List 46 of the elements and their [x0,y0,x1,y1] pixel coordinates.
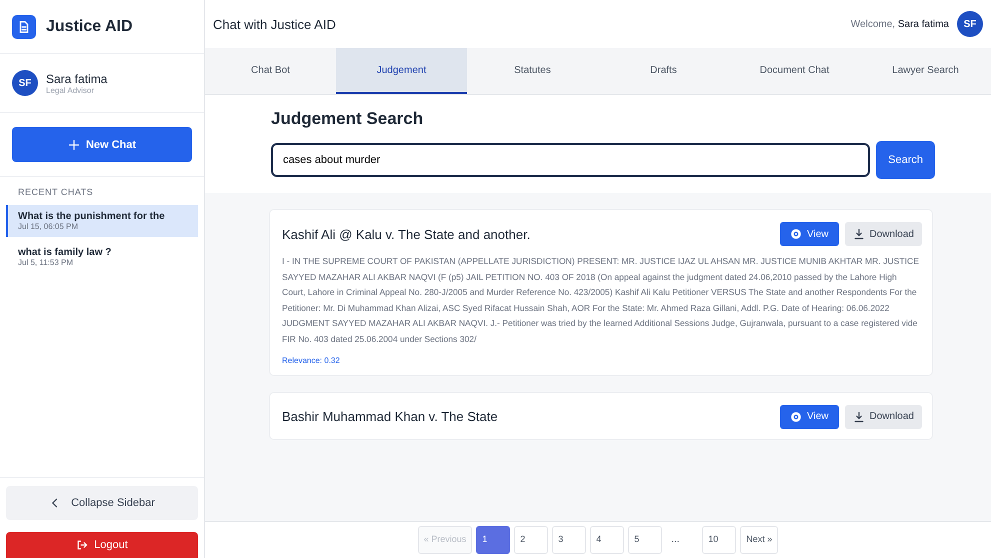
download-icon [852,410,865,423]
page-button[interactable]: 4 [590,526,624,554]
section-heading: Judgement Search [271,109,424,129]
view-button[interactable]: View [780,404,839,429]
user-role: Legal Advisor [46,86,96,94]
user-name: Sara fatima [46,72,108,86]
page-button[interactable]: Next » [740,526,778,554]
welcome-text: Welcome, Sara fatima [850,18,949,30]
app-title: Justice AID [46,18,133,36]
tab[interactable]: Statutes [467,48,598,94]
search-field[interactable]: cases about murder [271,143,870,177]
logout-icon [76,539,88,551]
download-icon [852,228,865,240]
document-glyph-icon [17,20,31,34]
page-button[interactable]: 2 [514,526,548,554]
logout-button[interactable]: Logout [6,532,198,558]
plus-icon [68,138,80,150]
view-button[interactable]: View [780,222,839,246]
page-button[interactable]: 1 [476,526,510,554]
chat-title: What is the punishment for the [18,211,166,222]
chat-time: Jul 15, 06:05 PM [18,222,80,231]
chat-title: what is family law ? [18,247,112,258]
search-button[interactable]: Search [876,141,935,179]
user-avatar[interactable]: SF [957,11,983,37]
result-excerpt: I - IN THE SUPREME COURT OF PAKISTAN (APPELLATE JURISDICTION) PRESENT: MR. JUSTICE IJAZ UL AHSAN MR. JUSTICE MUNIB AKHTAR MR. JUSTICE SAYYED MAZAHAR ALI AKBAR NAQVI (F (p5) JAIL PETITION NO. 403 OF 2018 (On appeal against the judgment dated 24.06,2010 passed by the Lahore High Court, Lahore in Criminal Appeal No. 280-J/2005 and Murder Reference No. 423/2005) Kashif Ali Kalu Petitioner VERSUS The State and another Respondents For the Petitioner: Mr. Di Muhammad Khan Alizai, ASC Syed Rifacat Hussain Shah, AOR For the State: Mr. Ahmed Raza Gillani, Addl. P.G. Date of Hearing: 06.06.2022 JUDGMENT SAYYED MAZAHAR ALI AKBAR NAQVI. J.- Petitioner was tried by the learned Additional Sessions Judge, Gujranwala, pursuant to a case registered vide FIR No. 403 dated 25.06.2004 under Sections 302/ [282,255,920,346]
tab[interactable]: Document Chat [729,48,860,94]
tab[interactable]: Judgement [336,48,467,94]
chat-item[interactable]: What is the punishment for the Jul 15, 06:05 PM [6,205,198,237]
tab[interactable]: Chat Bot [205,48,336,94]
user-avatar: SF [12,70,38,96]
download-button[interactable]: Download [844,404,922,429]
page-title: Chat with Justice AID [213,16,336,32]
result-title: Bashir Muhammad Khan v. The State [282,409,498,424]
page-button[interactable]: 10 [702,526,736,554]
page-button[interactable]: 3 [552,526,586,554]
download-button[interactable]: Download [844,222,922,246]
page-button[interactable]: 5 [628,526,662,554]
new-chat-button[interactable]: New Chat [12,127,192,162]
tab[interactable]: Lawyer Search [860,48,991,94]
chat-item[interactable]: what is family law ? Jul 5, 11:53 PM [6,241,198,273]
result-title: Kashif Ali @ Kalu v. The State and another. [282,226,530,242]
relevance-score: Relevance: 0.32 [282,356,341,365]
tab[interactable]: Drafts [598,48,729,94]
section-heading: RECENT CHATS [17,186,94,199]
chat-time: Jul 5, 11:53 PM [18,258,74,267]
collapse-button[interactable]: Collapse Sidebar [6,486,198,520]
